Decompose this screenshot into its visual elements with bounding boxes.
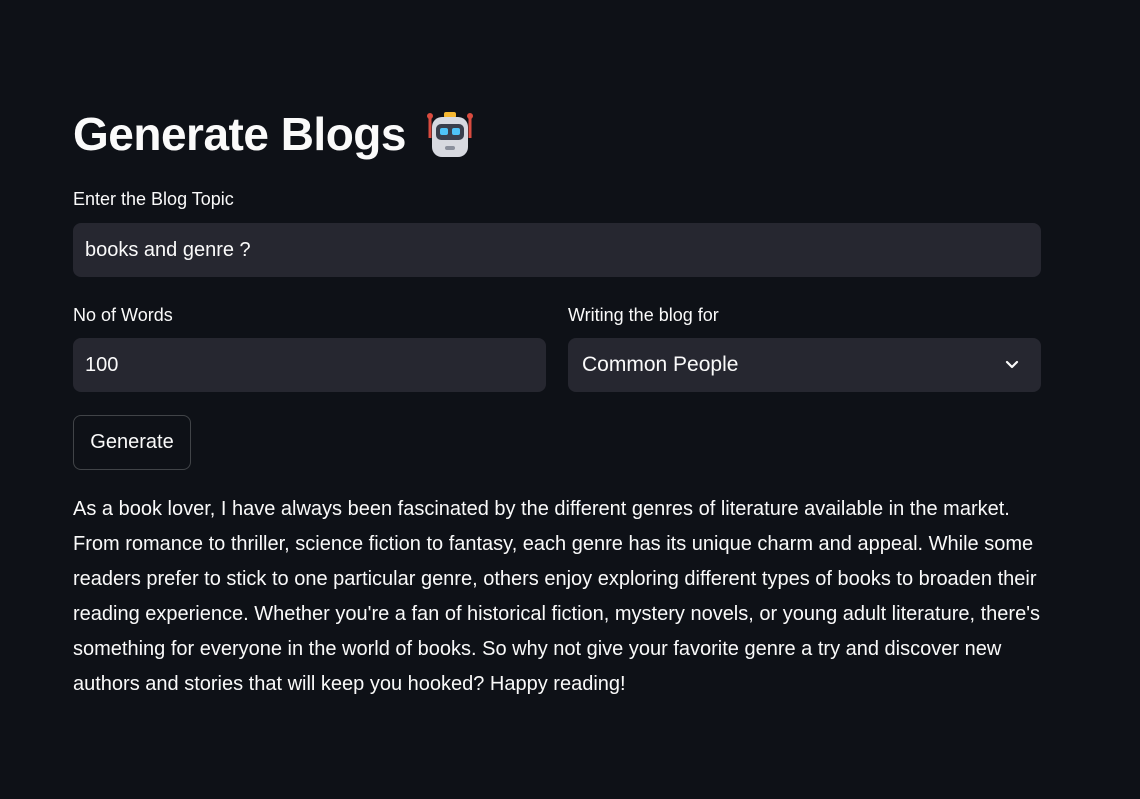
topic-label: Enter the Blog Topic	[73, 189, 234, 209]
words-input[interactable]	[73, 338, 546, 392]
chevron-down-icon	[1003, 356, 1021, 374]
app-main: Generate Blogs Enter the Blog Topic book…	[0, 0, 1140, 799]
audience-select-value: Common People	[582, 353, 739, 376]
words-label: No of Words	[73, 305, 173, 325]
robot-icon	[424, 108, 476, 160]
audience-label: Writing the blog for	[568, 305, 719, 325]
title-row: Generate Blogs	[73, 104, 476, 164]
generate-button[interactable]: Generate	[73, 415, 191, 470]
topic-input[interactable]	[73, 223, 1041, 277]
audience-select[interactable]: Common People	[568, 338, 1041, 392]
page-title: Generate Blogs	[73, 108, 407, 160]
blog-output-text: As a book lover, I have always been fasc…	[73, 498, 1041, 695]
